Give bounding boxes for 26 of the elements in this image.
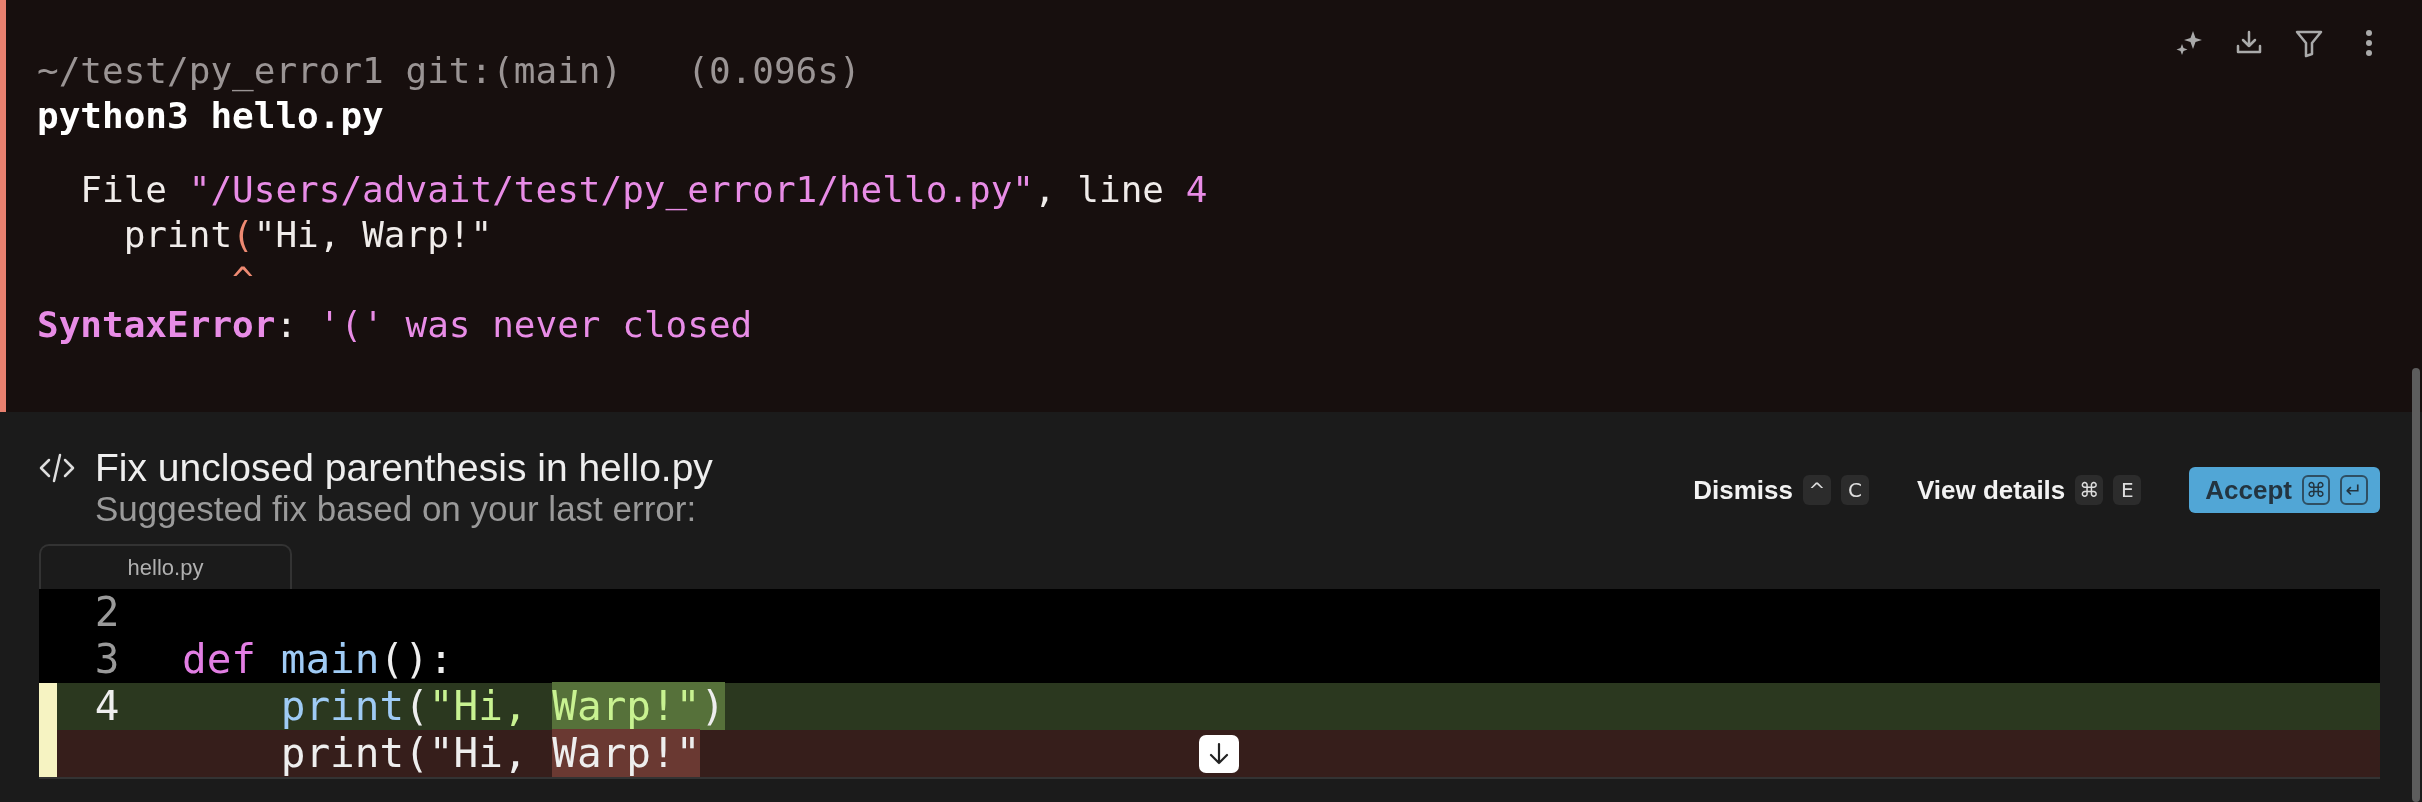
action-button[interactable]: View details ⌘ E bbox=[1916, 474, 2142, 506]
change-marker bbox=[39, 683, 57, 730]
accept-button[interactable]: Accept ⌘ ↵ bbox=[2189, 467, 2380, 513]
code-line: print("Hi, Warp!" bbox=[279, 730, 701, 777]
git-branch: git:(main) bbox=[404, 49, 623, 93]
output-line: print("Hi, Warp!" bbox=[122, 213, 493, 257]
output-line: SyntaxError: '(' was never closed bbox=[37, 303, 753, 347]
filter-icon[interactable] bbox=[2294, 28, 2324, 58]
code-icon bbox=[39, 452, 75, 484]
code-line: def main(): bbox=[182, 636, 454, 683]
change-marker bbox=[39, 730, 57, 777]
arrow-down-icon bbox=[1208, 742, 1230, 766]
line-number: 2 bbox=[93, 589, 121, 636]
scrollbar[interactable] bbox=[2412, 368, 2420, 802]
output-line: ^ bbox=[231, 258, 254, 302]
scroll-down-button[interactable] bbox=[1199, 735, 1239, 773]
output-line: File "/Users/advait/test/py_error1/hello.py", line 4 bbox=[79, 168, 1208, 212]
prompt-path: ~/test/py_error1 bbox=[37, 49, 384, 93]
command-duration: (0.096s) bbox=[686, 49, 861, 93]
line-number: 3 bbox=[93, 636, 121, 683]
suggestion-title: Fix unclosed parenthesis in hello.py bbox=[95, 446, 713, 490]
suggestion-subtitle: Suggested fix based on your last error: bbox=[95, 490, 698, 528]
command-text: python3 hello.py bbox=[37, 94, 384, 138]
code-line: print("Hi, Warp!") bbox=[279, 683, 726, 730]
action-button[interactable]: Dismiss ^ C bbox=[1693, 474, 1869, 506]
line-number: 4 bbox=[93, 683, 121, 730]
